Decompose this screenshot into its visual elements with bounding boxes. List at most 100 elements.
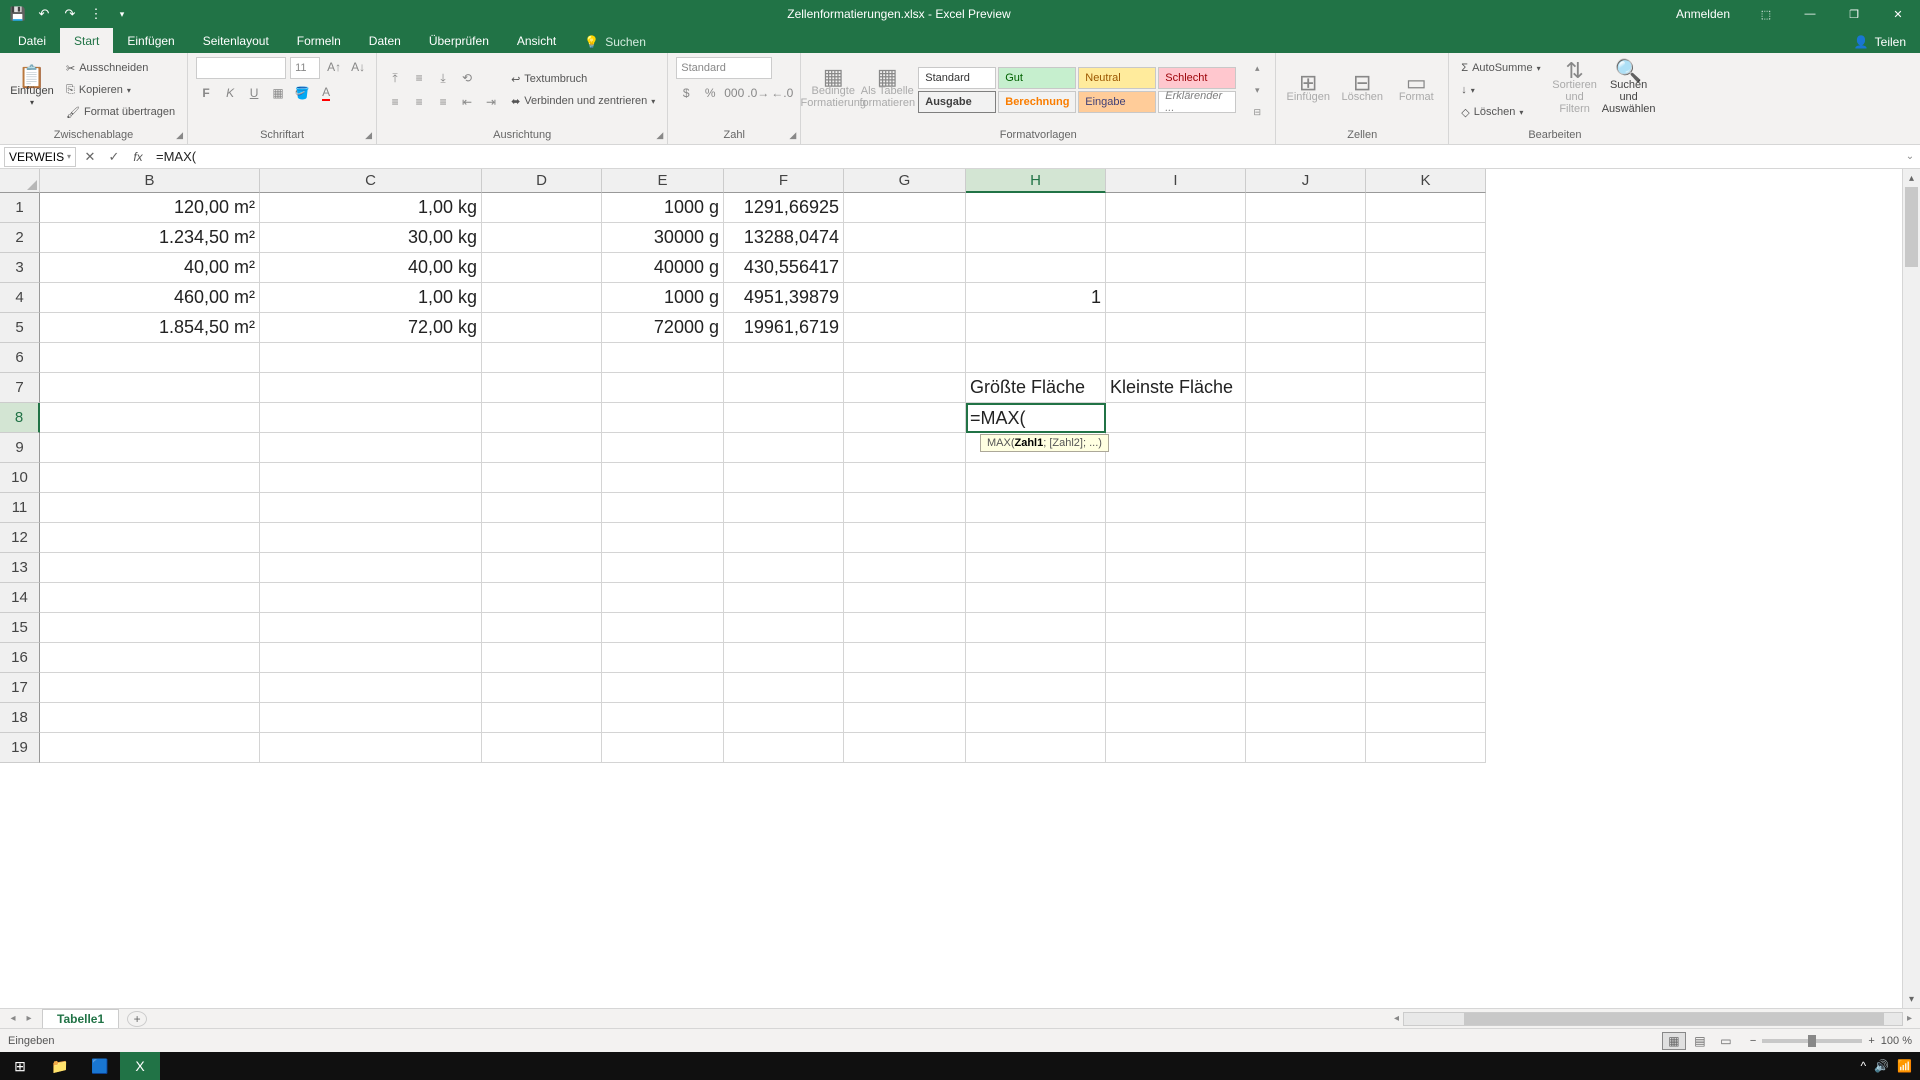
align-top-button[interactable]: ⤒	[385, 68, 405, 88]
cell-C7[interactable]	[260, 373, 482, 403]
cell-B1[interactable]: 120,00 m²	[40, 193, 260, 223]
cell-D4[interactable]	[482, 283, 602, 313]
cell-D10[interactable]	[482, 463, 602, 493]
cell-C3[interactable]: 40,00 kg	[260, 253, 482, 283]
cell-B2[interactable]: 1.234,50 m²	[40, 223, 260, 253]
cell-J6[interactable]	[1246, 343, 1366, 373]
redo-button[interactable]: ↷	[58, 3, 82, 25]
sheet-nav[interactable]: ◂▸	[0, 1013, 42, 1024]
row-header-13[interactable]: 13	[0, 553, 40, 583]
cell-K12[interactable]	[1366, 523, 1486, 553]
cell-G1[interactable]	[844, 193, 966, 223]
cell-E2[interactable]: 30000 g	[602, 223, 724, 253]
cell-K8[interactable]	[1366, 403, 1486, 433]
cell-K19[interactable]	[1366, 733, 1486, 763]
cell-J14[interactable]	[1246, 583, 1366, 613]
underline-button[interactable]: U	[244, 83, 264, 103]
cell-B5[interactable]: 1.854,50 m²	[40, 313, 260, 343]
tab-file[interactable]: Datei	[4, 28, 60, 53]
copy-button[interactable]: ⎘Kopieren▾	[62, 80, 179, 100]
cell-K6[interactable]	[1366, 343, 1486, 373]
cell-F12[interactable]	[724, 523, 844, 553]
comma-button[interactable]: 000	[724, 83, 744, 103]
cell-D2[interactable]	[482, 223, 602, 253]
cell-G10[interactable]	[844, 463, 966, 493]
zoom-in-button[interactable]: +	[1868, 1035, 1874, 1047]
currency-button[interactable]: $	[676, 83, 696, 103]
cell-B17[interactable]	[40, 673, 260, 703]
sign-in-link[interactable]: Anmelden	[1664, 7, 1742, 21]
cell-G16[interactable]	[844, 643, 966, 673]
cell-J5[interactable]	[1246, 313, 1366, 343]
row-header-8[interactable]: 8	[0, 403, 40, 433]
style-erklaerend[interactable]: Erklärender ...	[1158, 91, 1236, 113]
cell-I15[interactable]	[1106, 613, 1246, 643]
cell-F9[interactable]	[724, 433, 844, 463]
cell-K3[interactable]	[1366, 253, 1486, 283]
format-cells-button[interactable]: ▭Format	[1392, 57, 1440, 123]
maximize-button[interactable]: ❐	[1834, 0, 1874, 28]
tab-review[interactable]: Überprüfen	[415, 28, 503, 53]
cell-I5[interactable]	[1106, 313, 1246, 343]
cell-J3[interactable]	[1246, 253, 1366, 283]
align-right-button[interactable]: ≡	[433, 92, 453, 112]
cell-G5[interactable]	[844, 313, 966, 343]
tab-formulas[interactable]: Formeln	[283, 28, 355, 53]
cell-E8[interactable]	[602, 403, 724, 433]
row-header-6[interactable]: 6	[0, 343, 40, 373]
cell-I8[interactable]	[1106, 403, 1246, 433]
row-header-19[interactable]: 19	[0, 733, 40, 763]
cell-B8[interactable]	[40, 403, 260, 433]
border-button[interactable]: ▦	[268, 83, 288, 103]
conditional-formatting-button[interactable]: ▦Bedingte Formatierung	[809, 57, 857, 123]
percent-button[interactable]: %	[700, 83, 720, 103]
column-header-B[interactable]: B	[40, 169, 260, 193]
close-button[interactable]: ✕	[1878, 0, 1918, 28]
cell-H3[interactable]	[966, 253, 1106, 283]
cell-E4[interactable]: 1000 g	[602, 283, 724, 313]
cell-H1[interactable]	[966, 193, 1106, 223]
cell-B6[interactable]	[40, 343, 260, 373]
volume-icon[interactable]: 🔊	[1874, 1059, 1889, 1073]
cell-F7[interactable]	[724, 373, 844, 403]
cell-C4[interactable]: 1,00 kg	[260, 283, 482, 313]
cell-H6[interactable]	[966, 343, 1106, 373]
cell-B4[interactable]: 460,00 m²	[40, 283, 260, 313]
font-name-combo[interactable]	[196, 57, 286, 79]
undo-button[interactable]: ↶	[32, 3, 56, 25]
cell-E18[interactable]	[602, 703, 724, 733]
format-as-table-button[interactable]: ▦Als Tabelle formatieren	[863, 57, 911, 123]
cell-B9[interactable]	[40, 433, 260, 463]
enter-formula-button[interactable]: ✓	[102, 147, 126, 167]
cell-K16[interactable]	[1366, 643, 1486, 673]
cell-I4[interactable]	[1106, 283, 1246, 313]
cell-H2[interactable]	[966, 223, 1106, 253]
scroll-up-arrow[interactable]: ▴	[1903, 169, 1920, 187]
cell-H13[interactable]	[966, 553, 1106, 583]
cell-I10[interactable]	[1106, 463, 1246, 493]
cell-C6[interactable]	[260, 343, 482, 373]
cut-button[interactable]: ✂Ausschneiden	[62, 58, 179, 78]
cell-F1[interactable]: 1291,66925	[724, 193, 844, 223]
increase-indent-button[interactable]: ⇥	[481, 92, 501, 112]
page-break-view-button[interactable]: ▭	[1714, 1032, 1738, 1050]
cell-C8[interactable]	[260, 403, 482, 433]
cell-I7[interactable]: Kleinste Fläche	[1106, 373, 1246, 403]
styles-scroll-up[interactable]: ▴	[1247, 58, 1267, 78]
cell-B19[interactable]	[40, 733, 260, 763]
cell-C1[interactable]: 1,00 kg	[260, 193, 482, 223]
cell-I18[interactable]	[1106, 703, 1246, 733]
cell-G15[interactable]	[844, 613, 966, 643]
cell-J7[interactable]	[1246, 373, 1366, 403]
cell-F15[interactable]	[724, 613, 844, 643]
sheet-tab-tabelle1[interactable]: Tabelle1	[42, 1009, 119, 1028]
cell-J15[interactable]	[1246, 613, 1366, 643]
row-header-18[interactable]: 18	[0, 703, 40, 733]
clear-button[interactable]: ◇Löschen▾	[1457, 102, 1544, 122]
bold-button[interactable]: F	[196, 83, 216, 103]
cell-J17[interactable]	[1246, 673, 1366, 703]
cell-B15[interactable]	[40, 613, 260, 643]
cell-I2[interactable]	[1106, 223, 1246, 253]
cell-K15[interactable]	[1366, 613, 1486, 643]
cell-C19[interactable]	[260, 733, 482, 763]
